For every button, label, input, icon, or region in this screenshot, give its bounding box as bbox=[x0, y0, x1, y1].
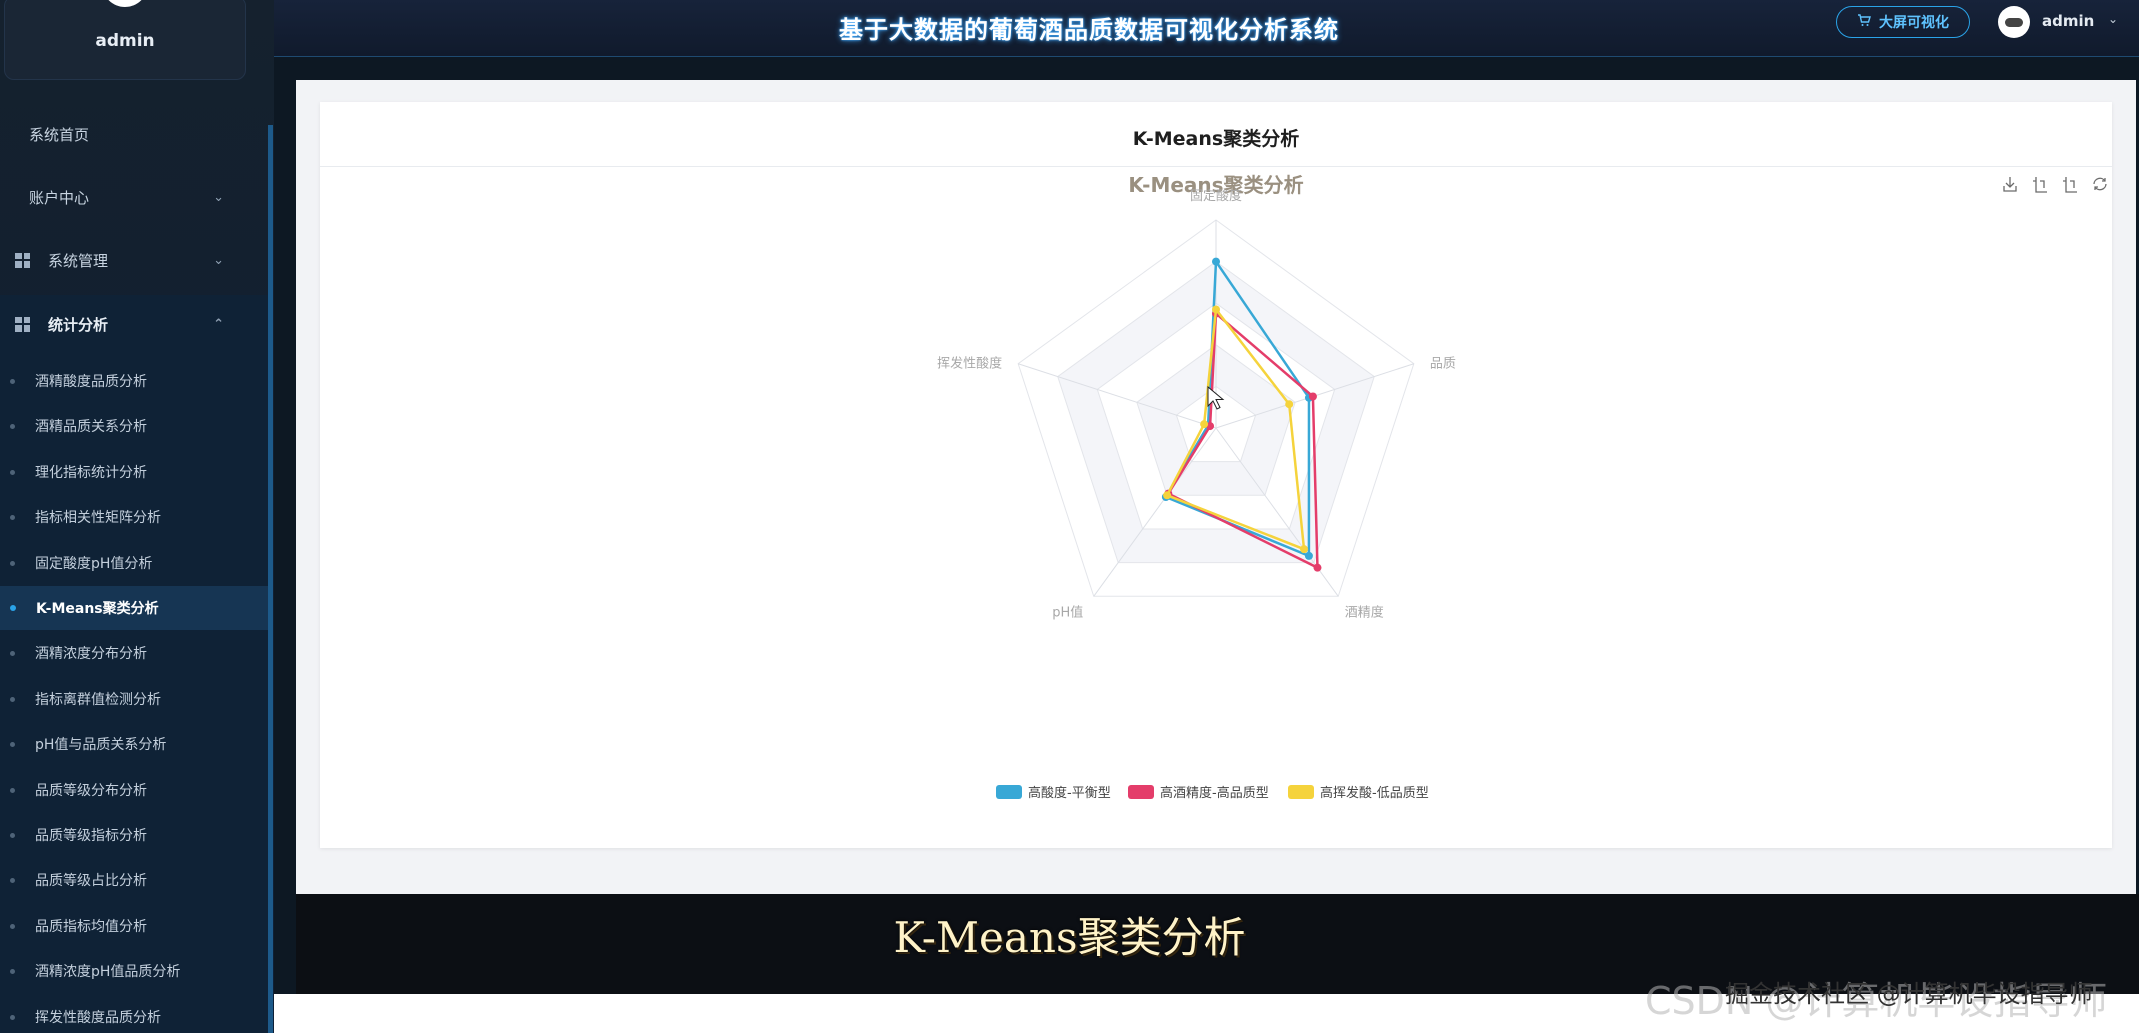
radar-point bbox=[1300, 545, 1309, 554]
top-header: 基于大数据的葡萄酒品质数据可视化分析系统 大屏可视化 admin ⌄ bbox=[274, 0, 2139, 57]
radar-point bbox=[1308, 392, 1317, 401]
submenu-item-label: 指标相关性矩阵分析 bbox=[35, 510, 161, 526]
cart-icon bbox=[1857, 13, 1871, 31]
submenu-item-label: 品质等级分布分析 bbox=[35, 783, 147, 799]
radar-indicator-label: 固定酸度 bbox=[1190, 188, 1242, 204]
radar-indicator-label: 挥发性酸度 bbox=[937, 356, 1002, 372]
menu-item-label: 账户中心 bbox=[29, 188, 90, 207]
submenu-item[interactable]: K-Means聚类分析 bbox=[0, 586, 268, 630]
menu-item-stats[interactable]: 统计分析 ⌃ bbox=[0, 300, 268, 348]
sidebar-user-card: admin bbox=[4, 0, 246, 80]
submenu-item-label: 酒精品质关系分析 bbox=[35, 419, 147, 435]
zoom-reset-icon[interactable] bbox=[2063, 177, 2077, 193]
radar-indicator-label: pH值 bbox=[1052, 604, 1083, 620]
bullet-icon bbox=[10, 696, 15, 702]
radar-indicator-label: 品质 bbox=[1430, 357, 1456, 372]
legend-label: 高酸度-平衡型 bbox=[1028, 785, 1111, 801]
submenu-item[interactable]: 酒精品质关系分析 bbox=[0, 404, 268, 448]
submenu-item-label: 酒精酸度品质分析 bbox=[35, 374, 147, 390]
radar-chart: K-Means聚类分析固定酸度品质酒精度pH值挥发性酸度高酸度-平衡型 高酒精度-… bbox=[937, 173, 2107, 801]
submenu-item[interactable]: 品质等级占比分析 bbox=[0, 858, 268, 902]
menu-item-account[interactable]: 账户中心 ⌄ bbox=[0, 173, 268, 221]
legend-label: 高挥发酸-低品质型 bbox=[1320, 785, 1429, 801]
radar-point bbox=[1200, 420, 1209, 429]
download-icon[interactable] bbox=[2003, 177, 2017, 192]
menu-item-label: 系统管理 bbox=[48, 251, 109, 270]
submenu-item[interactable]: 指标相关性矩阵分析 bbox=[0, 495, 268, 539]
menu-item-label: 系统首页 bbox=[29, 125, 90, 144]
bullet-icon bbox=[10, 514, 15, 520]
radar-indicator-label: 酒精度 bbox=[1345, 604, 1384, 620]
menu-item-system[interactable]: 系统管理 ⌄ bbox=[0, 236, 268, 284]
sidebar-user-name: admin bbox=[95, 31, 155, 51]
chevron-up-icon: ⌃ bbox=[213, 316, 224, 332]
submenu-item-label: K-Means聚类分析 bbox=[36, 601, 159, 617]
bullet-icon bbox=[10, 1014, 15, 1020]
menu-item-label: 统计分析 bbox=[48, 315, 109, 334]
bullet-icon bbox=[10, 741, 15, 747]
submenu-item[interactable]: 酒精浓度分布分析 bbox=[0, 631, 268, 675]
zoom-icon[interactable] bbox=[2033, 177, 2047, 193]
watermark-juejin: 掘金技术社区 @计算机毕设指导师 bbox=[1725, 980, 2093, 1008]
submenu-item[interactable]: 酒精酸度品质分析 bbox=[0, 359, 268, 403]
submenu-item[interactable]: 品质等级指标分析 bbox=[0, 813, 268, 857]
refresh-icon[interactable] bbox=[2093, 177, 2107, 191]
chevron-down-icon: ⌄ bbox=[213, 252, 224, 268]
submenu-item-label: 挥发性酸度品质分析 bbox=[35, 1010, 161, 1026]
radar-point bbox=[1163, 491, 1172, 500]
submenu-item-label: 理化指标统计分析 bbox=[35, 465, 147, 481]
radar-point bbox=[1285, 400, 1294, 409]
submenu-item[interactable]: pH值与品质关系分析 bbox=[0, 722, 268, 766]
bullet-icon bbox=[10, 378, 15, 384]
submenu-item-label: 品质等级占比分析 bbox=[35, 873, 147, 889]
radar-point bbox=[1313, 563, 1322, 572]
submenu-item-label: 品质等级指标分析 bbox=[35, 828, 147, 844]
bullet-icon bbox=[10, 560, 15, 566]
chart-card: K-Means聚类分析 K-Means聚类分析 固定酸度 品质 酒精度 pH值 挥发性酸度… bbox=[320, 102, 2112, 848]
legend-label: 高酒精度-高品质型 bbox=[1160, 785, 1269, 801]
bullet-icon bbox=[10, 469, 15, 475]
sidebar: admin 系统首页 账户中心 ⌄ 系统管理 ⌄ 统计分析 ⌃ 酒精酸度品质分析… bbox=[0, 0, 274, 1033]
submenu-item-label: 酒精浓度分布分析 bbox=[35, 646, 147, 662]
card-title: K-Means聚类分析 bbox=[1132, 128, 1300, 150]
bullet-icon bbox=[10, 650, 15, 656]
radar-point bbox=[1304, 551, 1313, 560]
avatar[interactable] bbox=[1998, 6, 2030, 38]
bullet-icon bbox=[10, 423, 15, 429]
bigscreen-button-label: 大屏可视化 bbox=[1879, 15, 1949, 31]
radar-point bbox=[1212, 305, 1220, 314]
bullet-icon bbox=[10, 877, 15, 883]
legend-swatch bbox=[1288, 785, 1314, 799]
submenu-item-label: 固定酸度pH值分析 bbox=[35, 556, 153, 572]
bullet-icon bbox=[10, 605, 16, 611]
video-caption: K-Means聚类分析 bbox=[893, 913, 1246, 962]
header-user-name[interactable]: admin bbox=[2042, 12, 2094, 30]
user-avatar bbox=[102, 0, 148, 7]
bullet-icon bbox=[10, 787, 15, 793]
grid-icon bbox=[15, 252, 30, 268]
chevron-down-icon: ⌄ bbox=[213, 189, 224, 205]
radar-point bbox=[1212, 257, 1220, 266]
menu-item-home[interactable]: 系统首页 bbox=[0, 110, 268, 158]
legend-swatch bbox=[1128, 785, 1154, 799]
submenu-item-label: pH值与品质关系分析 bbox=[35, 737, 167, 753]
divider bbox=[320, 166, 2112, 167]
submenu-item-label: 指标离群值检测分析 bbox=[35, 692, 161, 708]
bullet-icon bbox=[10, 968, 15, 974]
page-title: 基于大数据的葡萄酒品质数据可视化分析系统 bbox=[839, 16, 1339, 44]
submenu-item[interactable]: 固定酸度pH值分析 bbox=[0, 541, 268, 585]
sidebar-scrollbar[interactable] bbox=[268, 125, 273, 1033]
legend-swatch bbox=[996, 785, 1022, 799]
bullet-icon bbox=[10, 832, 15, 838]
bigscreen-button[interactable]: 大屏可视化 bbox=[1836, 6, 1970, 38]
submenu-item[interactable]: 指标离群值检测分析 bbox=[0, 677, 268, 721]
submenu-item[interactable]: 挥发性酸度品质分析 bbox=[0, 995, 268, 1033]
submenu-item[interactable]: 品质等级分布分析 bbox=[0, 768, 268, 812]
grid-icon bbox=[15, 316, 30, 332]
submenu-item[interactable]: 理化指标统计分析 bbox=[0, 450, 268, 494]
chevron-down-icon[interactable]: ⌄ bbox=[2108, 12, 2118, 26]
